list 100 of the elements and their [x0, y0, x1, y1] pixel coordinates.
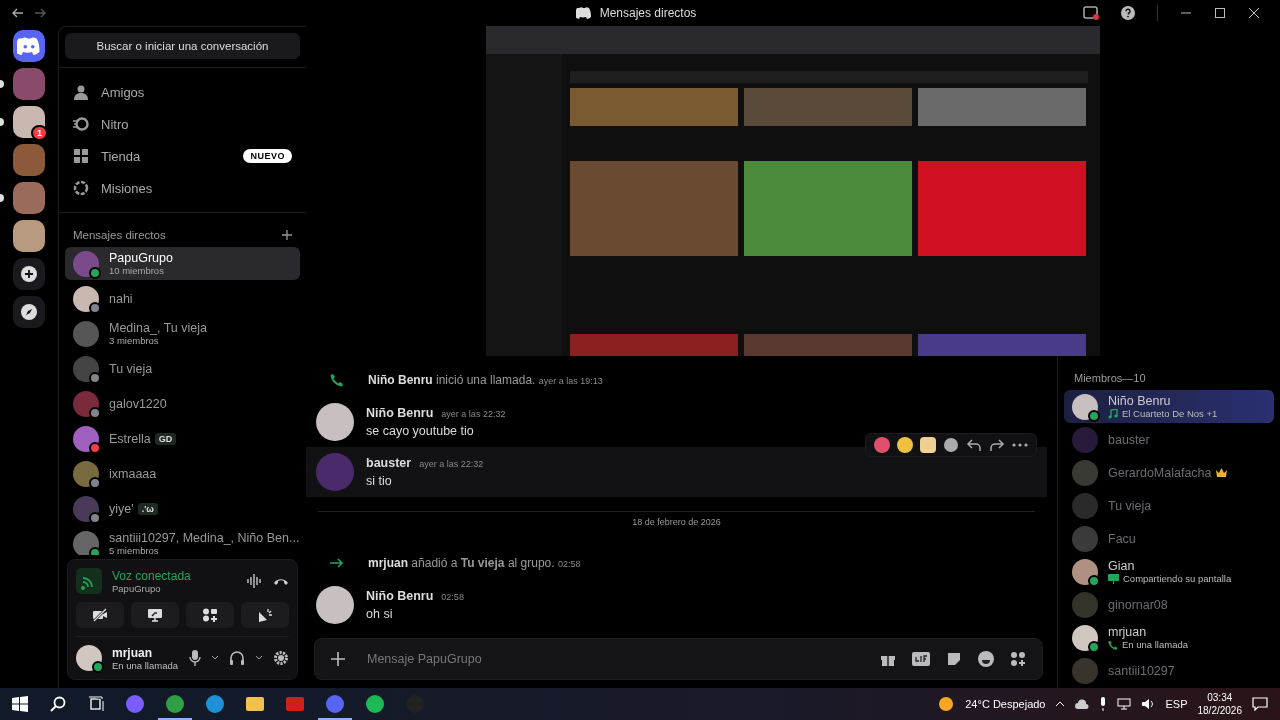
- add-server-button[interactable]: [13, 258, 45, 290]
- member-name: Facu: [1108, 531, 1136, 546]
- member-item[interactable]: ginornar08: [1064, 588, 1274, 621]
- network-icon[interactable]: [1117, 698, 1132, 710]
- plus-icon[interactable]: [282, 230, 292, 240]
- member-item[interactable]: GerardoMalafacha: [1064, 456, 1274, 489]
- author-name[interactable]: bauster: [366, 456, 412, 470]
- member-item[interactable]: Tu vieja: [1064, 489, 1274, 522]
- chevron-up-icon[interactable]: [1055, 701, 1066, 707]
- camera-off-icon: [92, 608, 108, 622]
- arrow-icon: [330, 557, 344, 569]
- member-item[interactable]: mrjuan En una llamada: [1064, 621, 1274, 654]
- apps-icon: [202, 608, 218, 622]
- server-icon[interactable]: [13, 220, 45, 252]
- dm-item[interactable]: Estrella GD: [65, 422, 300, 455]
- windows-icon[interactable]: [12, 696, 28, 712]
- clock-date[interactable]: 18/2/2026: [1197, 704, 1242, 717]
- search-icon[interactable]: [50, 696, 66, 712]
- member-item[interactable]: Facu: [1064, 522, 1274, 555]
- member-item[interactable]: bauster: [1064, 423, 1274, 456]
- dm-item[interactable]: Tu vieja: [65, 352, 300, 385]
- headphones-icon[interactable]: [229, 650, 245, 666]
- weather-text[interactable]: 24°C Despejado: [965, 698, 1046, 710]
- member-count: 5 miembros: [109, 545, 160, 555]
- plus-icon[interactable]: [331, 652, 345, 666]
- add-reaction-icon[interactable]: [943, 437, 959, 453]
- quests-icon: [73, 180, 89, 196]
- apps-icon[interactable]: [1010, 651, 1026, 667]
- message-field[interactable]: Mensaje PapuGrupo: [314, 638, 1043, 680]
- dm-item[interactable]: ixmaaaa: [65, 457, 300, 490]
- clock-time[interactable]: 03:34: [1207, 691, 1233, 704]
- close-icon[interactable]: [1248, 7, 1260, 19]
- inbox-icon[interactable]: [1083, 6, 1099, 20]
- member-activity: Compartiendo su pantalla: [1123, 573, 1232, 584]
- nav-item[interactable]: Misiones: [65, 172, 300, 204]
- dm-item[interactable]: galov1220: [65, 387, 300, 420]
- timestamp: ayer a las 22:32: [441, 409, 506, 419]
- dm-item[interactable]: yiye' .'ω: [65, 492, 300, 525]
- member-item[interactable]: Niño Benru El Cuarteto De Nos +1: [1064, 390, 1274, 423]
- author-name[interactable]: Niño Benru: [366, 589, 434, 603]
- reply-icon[interactable]: [966, 438, 982, 452]
- maximize-icon[interactable]: [1214, 7, 1226, 19]
- back-icon[interactable]: [12, 8, 24, 18]
- notifications-icon[interactable]: [1252, 697, 1268, 711]
- home-button[interactable]: [13, 30, 45, 62]
- server-icon[interactable]: [13, 106, 45, 138]
- member-item[interactable]: santiii10297: [1064, 654, 1274, 687]
- language-indicator[interactable]: ESP: [1165, 698, 1188, 710]
- dm-name: PapuGrupo: [109, 251, 173, 265]
- chevron-icon[interactable]: [211, 655, 219, 661]
- voice-status: Voz conectada: [112, 568, 192, 583]
- soundwave-icon[interactable]: [247, 574, 263, 588]
- soundboard-button[interactable]: [241, 602, 289, 628]
- emoji-icon[interactable]: [978, 651, 994, 667]
- emoji-icon[interactable]: [897, 437, 913, 453]
- cloud-icon[interactable]: [1075, 699, 1090, 709]
- member-name: santiii10297: [1108, 663, 1175, 678]
- tag: GD: [154, 432, 177, 445]
- dm-item[interactable]: nahi: [65, 282, 300, 315]
- share-screen-button[interactable]: [131, 602, 179, 628]
- camera-off-button[interactable]: [76, 602, 124, 628]
- forward-icon[interactable]: [989, 438, 1005, 452]
- unread-indicator: [0, 194, 4, 202]
- author-name[interactable]: Niño Benru: [366, 406, 434, 420]
- chrome-icon: [165, 694, 185, 714]
- message-text: si tio: [366, 474, 393, 488]
- dm-item[interactable]: PapuGrupo 10 miembros: [65, 247, 300, 280]
- hang-up-icon[interactable]: [273, 576, 289, 586]
- emoji-icon[interactable]: [874, 437, 890, 453]
- member-item[interactable]: Gian Compartiendo su pantalla: [1064, 555, 1274, 588]
- spotify-icon: [365, 694, 385, 714]
- settings-icon[interactable]: [273, 650, 289, 666]
- dm-item[interactable]: Medina_, Tu vieja 3 miembros: [65, 317, 300, 350]
- section-header: Mensajes directos: [73, 229, 166, 241]
- message-input[interactable]: Mensaje PapuGrupo: [361, 651, 864, 667]
- sticker-icon[interactable]: [946, 651, 962, 667]
- emoji-icon[interactable]: [920, 437, 936, 453]
- explore-button[interactable]: [13, 296, 45, 328]
- chevron-icon[interactable]: [255, 655, 263, 661]
- member-count: 10 miembros: [109, 265, 165, 276]
- system-message: mrjuan añadió a Tu vieja al grupo. 02:58: [368, 556, 581, 570]
- message-text: oh si: [366, 607, 394, 621]
- nav-item[interactable]: Amigos: [65, 76, 300, 108]
- soundboard-icon: [257, 608, 273, 622]
- more-icon[interactable]: [1012, 443, 1028, 447]
- new-badge: NUEVO: [243, 149, 292, 163]
- dm-name: galov1220: [109, 396, 167, 411]
- members-header: Miembros—10: [1073, 371, 1147, 386]
- nav-item[interactable]: Nitro: [65, 108, 300, 140]
- help-icon[interactable]: [1121, 6, 1135, 20]
- task-view-icon[interactable]: [88, 696, 104, 712]
- volume-icon[interactable]: [1141, 698, 1156, 710]
- dm-item[interactable]: santiii10297, Medina_, Niño Ben... 5 miembros: [65, 527, 300, 555]
- nav-item[interactable]: Tienda NUEVO: [65, 140, 300, 172]
- activities-button[interactable]: [186, 602, 234, 628]
- voice-channel[interactable]: PapuGrupo: [112, 582, 237, 594]
- search-button[interactable]: Buscar o iniciar una conversación: [65, 33, 300, 59]
- tag: .'ω: [137, 502, 158, 515]
- server-icon[interactable]: [13, 182, 45, 214]
- gif-icon[interactable]: [912, 652, 930, 666]
